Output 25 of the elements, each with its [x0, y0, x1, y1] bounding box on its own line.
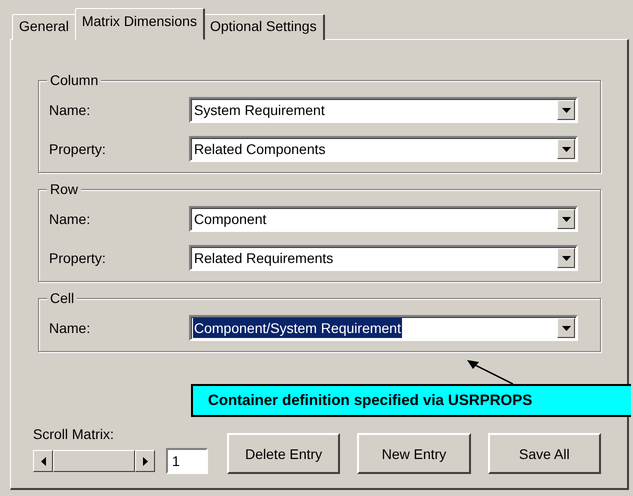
- field-label: Name:: [49, 320, 92, 336]
- tab[interactable]: General: [12, 14, 77, 40]
- action-button[interactable]: New Entry: [357, 433, 471, 474]
- dropdown-field[interactable]: Related Requirements: [189, 245, 578, 271]
- field-label: Name:: [49, 211, 92, 227]
- group-title: Cell: [47, 290, 78, 306]
- group-title: Row: [47, 181, 82, 197]
- dropdown-field[interactable]: Related Components: [189, 136, 578, 162]
- field-label: Name:: [49, 102, 92, 118]
- field-label: Property:: [49, 141, 107, 157]
- dropdown-field[interactable]: System Requirement: [189, 97, 578, 123]
- callout-label: Container definition specified via USRPROPS: [191, 384, 631, 417]
- action-button[interactable]: Delete Entry: [227, 433, 340, 474]
- action-button[interactable]: Save All: [488, 433, 601, 474]
- pointer-arrow: [465, 358, 515, 385]
- number-field[interactable]: 1: [166, 448, 208, 474]
- dropdown-field[interactable]: Component: [189, 206, 578, 232]
- scroll-thumb[interactable]: [53, 450, 135, 472]
- scroll-bar[interactable]: [33, 450, 155, 472]
- group-title: Column: [47, 72, 102, 88]
- scroll-label: Scroll Matrix:: [33, 426, 115, 442]
- field-label: Property:: [49, 250, 107, 266]
- tab[interactable]: Matrix Dimensions: [74, 8, 205, 40]
- tab[interactable]: Optional Settings: [202, 14, 325, 40]
- dropdown-field[interactable]: Component/System Requirement: [189, 315, 578, 341]
